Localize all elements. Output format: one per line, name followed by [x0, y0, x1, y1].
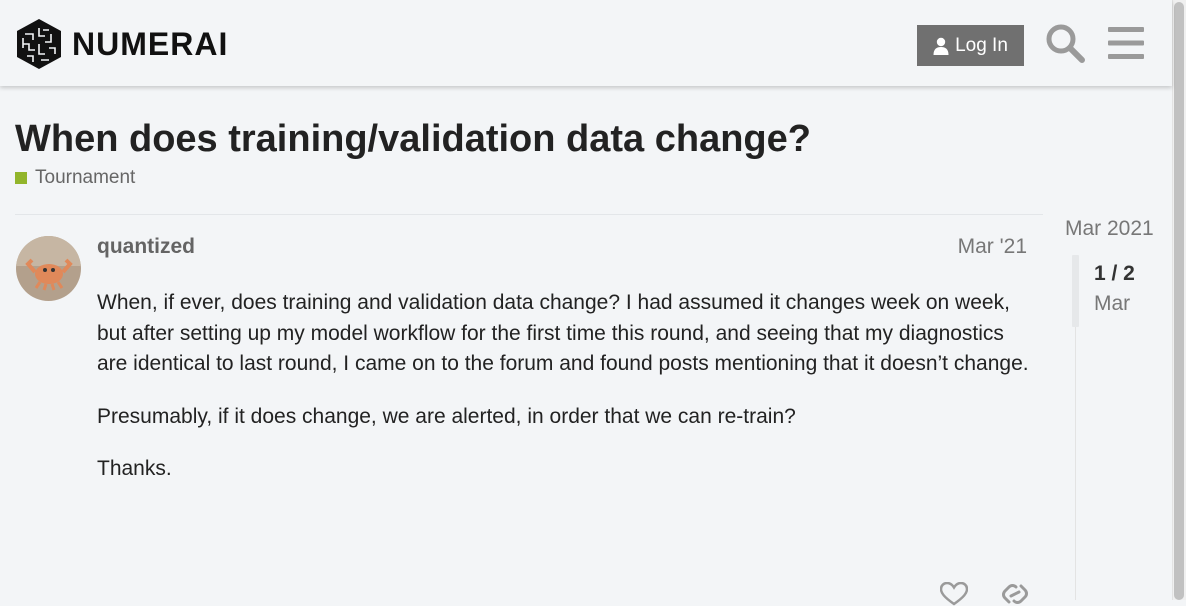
crab-avatar-icon [16, 236, 81, 301]
post-paragraph: Presumably, if it does change, we are al… [97, 404, 796, 428]
login-button[interactable]: Log In [917, 25, 1024, 66]
login-label: Log In [955, 34, 1008, 56]
page-scrollbar-thumb[interactable] [1174, 2, 1184, 600]
post-body: When, if ever, does training and validat… [97, 288, 1032, 507]
avatar[interactable] [16, 236, 81, 301]
timeline-current-date: Mar [1094, 292, 1131, 315]
category-label: Tournament [35, 167, 136, 188]
numerai-logo[interactable]: NUMERAI [15, 18, 228, 70]
topic-divider [15, 214, 1043, 215]
post-paragraph: When, if ever, does training and validat… [97, 291, 1029, 375]
numerai-logo-icon [17, 19, 61, 69]
post-date[interactable]: Mar '21 [958, 235, 1027, 259]
post-paragraph: Thanks. [97, 457, 172, 480]
category-color-swatch [15, 172, 27, 184]
timeline-post-position: 1 / 2 [1094, 262, 1135, 285]
user-icon [933, 37, 949, 55]
timeline-scroll-handle[interactable] [1072, 255, 1079, 327]
link-icon[interactable] [1001, 582, 1029, 606]
post-username[interactable]: quantized [97, 235, 195, 259]
hamburger-menu-icon[interactable] [1108, 26, 1144, 60]
logo-text: NUMERAI [72, 26, 229, 62]
timeline-start-date[interactable]: Mar 2021 [1065, 217, 1154, 241]
heart-icon[interactable] [940, 582, 968, 606]
topic-title: When does training/validation data chang… [15, 118, 811, 160]
category-badge[interactable]: Tournament [15, 167, 135, 189]
search-icon[interactable] [1044, 22, 1086, 64]
site-header: NUMERAI Log In [0, 0, 1172, 86]
